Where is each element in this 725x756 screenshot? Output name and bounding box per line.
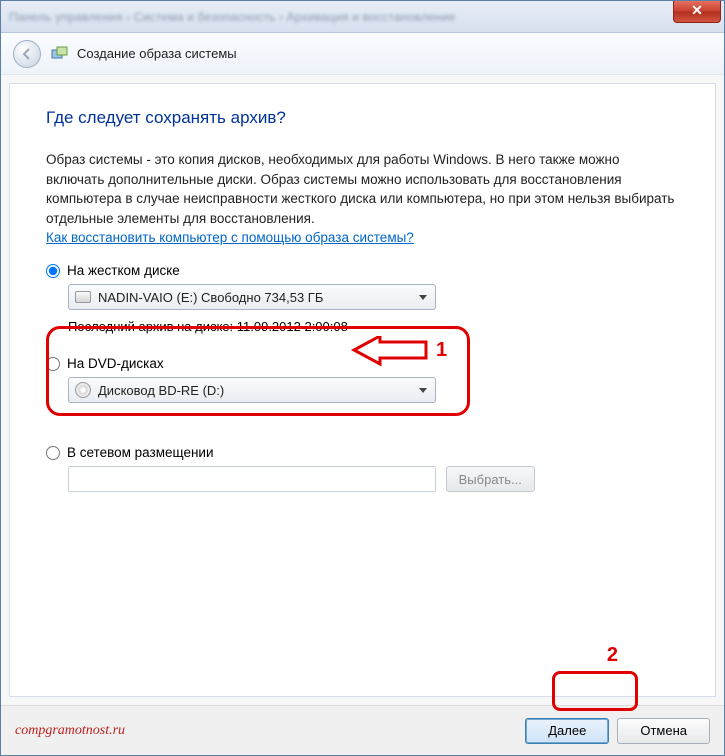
header: Создание образа системы: [1, 33, 724, 75]
system-image-icon: [51, 45, 69, 63]
radio-network[interactable]: [46, 446, 60, 460]
header-title: Создание образа системы: [77, 46, 237, 61]
wizard-window: Панель управления › Система и безопаснос…: [0, 0, 725, 756]
titlebar: Панель управления › Система и безопаснос…: [1, 1, 724, 33]
option-hdd: На жестком диске NADIN-VAIO (E:) Свободн…: [46, 263, 679, 334]
footer: compgramotnost.ru Далее Отмена: [1, 705, 724, 755]
dvd-icon: [75, 382, 91, 398]
cancel-button[interactable]: Отмена: [617, 718, 710, 744]
network-path-input[interactable]: [68, 466, 436, 492]
chevron-down-icon: [419, 388, 427, 393]
radio-dvd-label: На DVD-дисках: [67, 356, 164, 371]
breadcrumb: Панель управления › Система и безопаснос…: [9, 10, 456, 24]
watermark: compgramotnost.ru: [15, 723, 125, 739]
hdd-drive-select[interactable]: NADIN-VAIO (E:) Свободно 734,53 ГБ: [68, 284, 436, 310]
browse-button[interactable]: Выбрать...: [446, 466, 535, 492]
last-backup-info: Последний архив на диске: 11.09.2012 2:0…: [68, 319, 679, 334]
chevron-down-icon: [419, 295, 427, 300]
option-network: В сетевом размещении Выбрать...: [46, 445, 679, 492]
dvd-combo-text: Дисковод BD-RE (D:): [98, 383, 224, 398]
next-button[interactable]: Далее: [525, 718, 609, 744]
radio-hdd-label: На жестком диске: [67, 263, 180, 278]
back-arrow-icon: [20, 47, 34, 61]
page-heading: Где следует сохранять архив?: [46, 108, 679, 128]
hdd-combo-text: NADIN-VAIO (E:) Свободно 734,53 ГБ: [98, 290, 323, 305]
radio-hdd[interactable]: [46, 264, 60, 278]
hdd-icon: [75, 291, 91, 303]
radio-network-label: В сетевом размещении: [67, 445, 214, 460]
dvd-drive-select[interactable]: Дисковод BD-RE (D:): [68, 377, 436, 403]
content-area: Где следует сохранять архив? Образ систе…: [9, 83, 716, 697]
close-button[interactable]: ✕: [673, 1, 721, 23]
help-link[interactable]: Как восстановить компьютер с помощью обр…: [46, 230, 414, 245]
option-dvd: На DVD-дисках Дисковод BD-RE (D:): [46, 356, 679, 403]
back-button[interactable]: [13, 40, 41, 68]
description-text: Образ системы - это копия дисков, необхо…: [46, 150, 679, 228]
radio-dvd[interactable]: [46, 357, 60, 371]
